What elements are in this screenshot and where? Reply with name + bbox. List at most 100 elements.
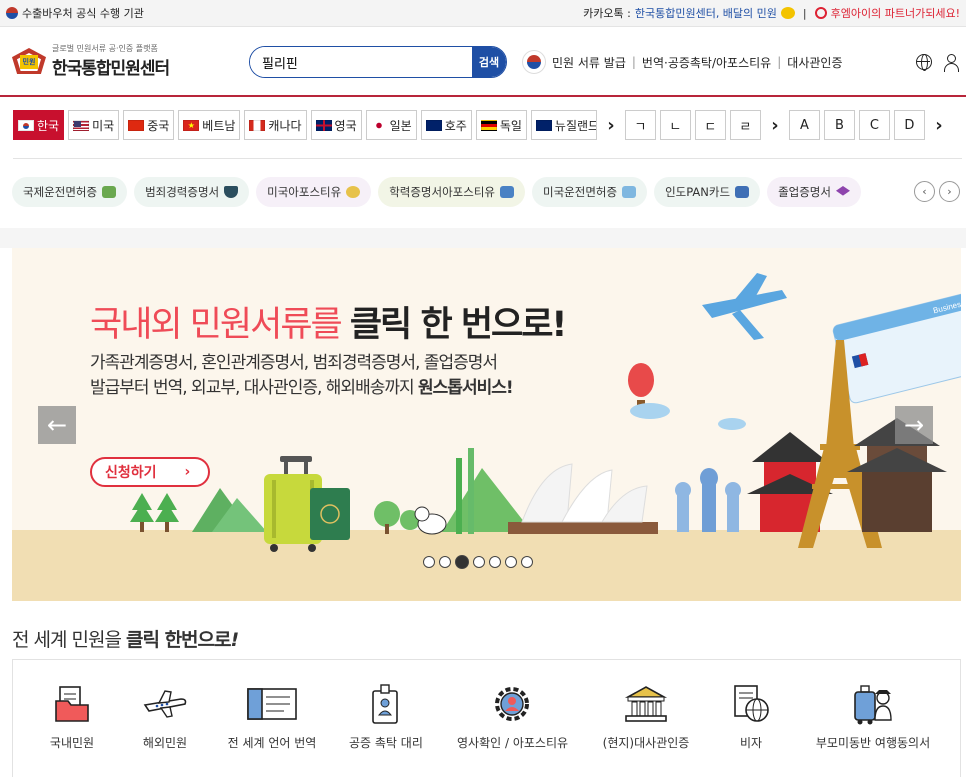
section-divider [13,158,962,159]
embassy-building-icon [624,686,668,722]
index-korean-2[interactable]: ㄴ [659,110,691,140]
service-visa[interactable]: 비자 [729,682,773,751]
shield-icon [224,186,239,198]
topbar-separator: | [802,6,807,20]
country-tab-new-zealand[interactable]: 뉴질랜드 [530,110,597,140]
id-badge-icon [372,684,398,724]
country-tab-canada[interactable]: 캐나다 [244,110,307,140]
country-tab-germany[interactable]: 독일 [475,110,527,140]
china-flag-icon [128,119,145,131]
slider-next-button[interactable]: → [895,406,933,444]
user-icon[interactable] [944,54,960,72]
chip-intl-driving-license[interactable]: 국제운전면허증 [12,177,128,207]
index-korean-3[interactable]: ㄷ [694,110,726,140]
korea-flag-icon [522,50,546,74]
search-button[interactable]: 검색 [472,47,506,77]
logo-pentagon-icon: 민원 [12,44,46,78]
search-partner-icon [814,7,827,19]
hero-description-line1: 가족관계증명서, 혼인관계증명서, 범죄경력증명서, 졸업증명서 [90,353,498,373]
korean-index-next-arrow[interactable]: › [765,115,785,136]
search-input[interactable] [250,47,472,77]
section-spacer [0,228,966,248]
gear-person-icon [495,687,529,721]
index-alpha-a[interactable]: A [788,110,820,140]
hero-description: 가족관계증명서, 혼인관계증명서, 범죄경력증명서, 졸업증명서 발급부터 번역… [90,351,514,401]
slider-prev-button[interactable]: ← [38,406,76,444]
service-embassy[interactable]: (현지)대사관인증 [601,682,691,751]
slider-dot-6[interactable] [505,556,517,568]
index-alpha-c[interactable]: C [858,110,890,140]
search-bar: 검색 [249,46,507,78]
alpha-index-next-arrow[interactable]: › [929,115,949,136]
chip-india-pan-card[interactable]: 인도PAN카드 [654,177,761,207]
index-alpha-d[interactable]: D [893,110,925,140]
kremlin-illustration [675,468,741,532]
kakao-channel-link[interactable]: 한국통합민원센터, 배달의 민원 [635,5,777,21]
australia-flag-icon [425,119,442,131]
service-translation[interactable]: 전 세계 언어 번역 [227,682,317,751]
folder-document-icon [55,686,89,722]
ticket-document-icon [247,688,297,720]
slider-dot-4[interactable] [473,556,485,568]
chip-diploma-apostille[interactable]: 학력증명서아포스티유 [378,177,525,207]
hot-air-balloon-illustration [628,363,654,407]
canada-flag-icon [249,119,266,131]
uk-flag-icon [315,119,332,131]
logo-subtitle: 글로벌 민원서류 공·인증 플랫폼 [52,44,158,53]
service-notary[interactable]: 공증 촉탁 대리 [349,682,423,751]
service-domestic[interactable]: 국내민원 [41,682,103,751]
hero-title: 국내외 민원서류를 클릭 한 번으로! [90,305,567,345]
chip-us-apostille[interactable]: 미국아포스티유 [256,177,372,207]
slider-dot-3[interactable] [455,555,469,569]
index-korean-1[interactable]: ㄱ [624,110,656,140]
new-zealand-flag-icon [535,119,552,131]
country-tab-vietnam[interactable]: ★ 베트남 [178,110,241,140]
hero-description-line2: 발급부터 번역, 외교부, 대사관인증, 해외배송까지 원스톱서비스! [90,378,514,398]
traveler-luggage-icon [854,685,892,725]
slider-dot-5[interactable] [489,556,501,568]
nav-document-issue[interactable]: 민원 서류 발급 [552,54,626,71]
card-icon [735,186,750,198]
services-panel: 국내민원 해외민원 전 세계 언어 번역 공증 촉탁 대리 영사확인 / 아포스… [12,659,961,777]
country-selector: 한국 미국 중국 ★ 베트남 캐나다 영국 일본 호주 독일 뉴질랜드 › ㄱ … [13,110,949,140]
chip-criminal-record[interactable]: 범죄경력증명서 [134,177,250,207]
nav-embassy-cert[interactable]: 대사관인증 [787,54,842,71]
slider-dot-7[interactable] [521,556,533,568]
opera-house-illustration [508,463,658,534]
partner-link[interactable]: 후엠아이의 파트너가되세요! [831,5,960,21]
index-alpha-b[interactable]: B [823,110,855,140]
country-tab-uk[interactable]: 영국 [310,110,362,140]
germany-flag-icon [480,119,497,131]
service-apostille[interactable]: 영사확인 / 아포스티유 [457,682,568,751]
site-logo[interactable]: 민원 글로벌 민원서류 공·인증 플랫폼 한국통합민원센터 [12,43,170,79]
globe-icon[interactable] [916,54,932,71]
airplane-illustration [702,273,787,340]
apply-button[interactable]: 신청하기 › [90,457,210,487]
slider-dot-2[interactable] [439,556,451,568]
airplane-icon [143,690,187,718]
country-tab-china[interactable]: 중국 [123,110,175,140]
index-korean-4[interactable]: ㄹ [729,110,761,140]
visa-globe-icon [734,685,769,722]
chips-next-button[interactable]: › [939,181,960,202]
diploma-icon [500,186,514,198]
nav-separator: | [631,55,636,69]
country-tab-korea[interactable]: 한국 [13,110,65,140]
nav-translation-apostille[interactable]: 번역·공증촉탁/아포스티유 [642,54,771,71]
id-card-icon [622,186,637,198]
slider-dot-1[interactable] [423,556,435,568]
country-tab-australia[interactable]: 호주 [420,110,472,140]
service-travel-consent[interactable]: 부모미동반 여행동의서 [815,682,931,751]
hero-banner: Business 국내외 민원서류를 클릭 한 번으로! 가족관계증명서, 혼인… [12,248,961,601]
chips-prev-button[interactable]: ‹ [914,181,935,202]
japan-flag-icon [370,119,387,131]
country-next-arrow[interactable]: › [601,115,621,136]
chip-graduation-cert[interactable]: 졸업증명서 [767,177,861,207]
korea-emblem-icon [6,7,18,19]
service-overseas[interactable]: 해외민원 [131,682,199,751]
country-tab-usa[interactable]: 미국 [68,110,120,140]
passport-illustration [310,488,350,540]
chip-us-driving-license[interactable]: 미국운전면허증 [532,177,648,207]
country-tab-japan[interactable]: 일본 [365,110,417,140]
slider-pagination [423,555,533,569]
